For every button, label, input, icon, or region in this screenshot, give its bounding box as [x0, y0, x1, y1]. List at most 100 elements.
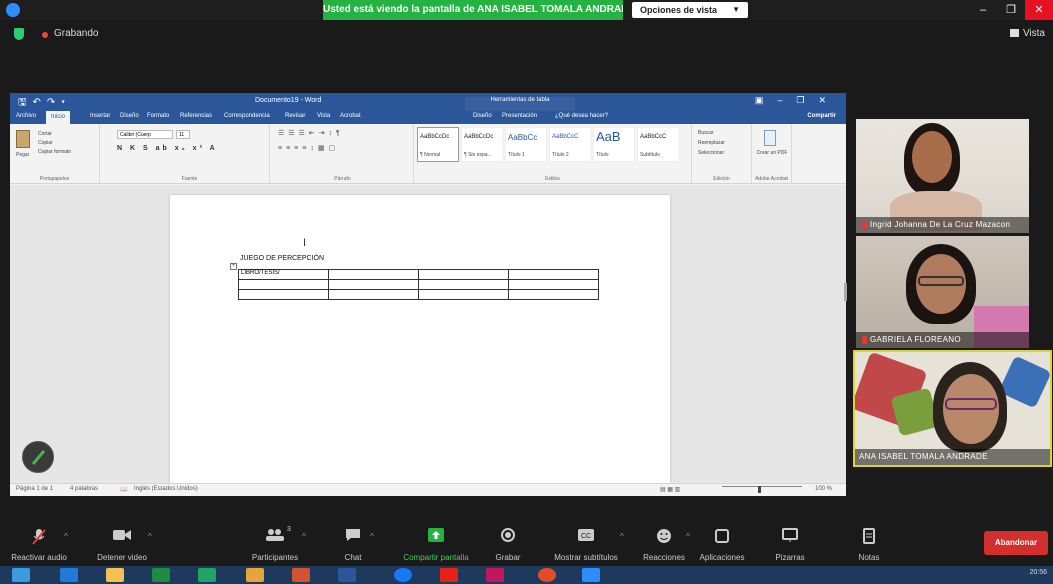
- format-painter-button[interactable]: Copiar formato: [38, 149, 71, 155]
- folder-icon[interactable]: [106, 568, 124, 582]
- table-cell[interactable]: [328, 269, 419, 280]
- maximize-button[interactable]: ❐: [997, 0, 1025, 20]
- style-heading-1[interactable]: AaBbCc Título 1: [505, 127, 547, 162]
- table-cell[interactable]: [418, 279, 509, 290]
- zoom-slider[interactable]: [722, 486, 802, 487]
- zoom-taskbar-icon[interactable]: [582, 568, 600, 582]
- whiteboards-button[interactable]: Pizarras: [762, 520, 818, 566]
- clock[interactable]: 20:56: [1029, 569, 1047, 576]
- tab-diseno[interactable]: Diseño: [120, 113, 139, 119]
- table-cell[interactable]: [238, 289, 329, 300]
- chevron-up-icon[interactable]: ^: [302, 532, 306, 541]
- notes-button[interactable]: Notas: [846, 520, 892, 566]
- table-cell[interactable]: [328, 289, 419, 300]
- participant-tile-ana-isabel-active-speaker[interactable]: ANA ISABEL TOMALA ANDRADE: [853, 350, 1052, 467]
- minimize-button[interactable]: –: [969, 0, 997, 20]
- chevron-up-icon[interactable]: ^: [64, 532, 68, 541]
- tab-revisar[interactable]: Revisar: [285, 113, 305, 119]
- table-cell[interactable]: [508, 269, 599, 280]
- style-no-spacing[interactable]: AaBbCcDc ¶ Sin espa...: [461, 127, 503, 162]
- participant-tile-ingrid[interactable]: Ingrid Johanna De La Cruz Mazacon: [856, 119, 1029, 233]
- unmute-button[interactable]: ^ Reactivar audio: [6, 520, 72, 566]
- word-window-controls[interactable]: ▣–❐✕: [755, 95, 840, 106]
- create-pdf-button[interactable]: Crear un PDF: [756, 150, 788, 156]
- tab-table-design[interactable]: Diseño: [473, 113, 492, 119]
- apps-button[interactable]: Aplicaciones: [694, 520, 750, 566]
- record-button[interactable]: Grabar: [488, 520, 528, 566]
- style-heading-2[interactable]: AaBbCcC Título 2: [549, 127, 591, 162]
- captions-button[interactable]: CC ^ Mostrar subtítulos: [542, 520, 630, 566]
- chevron-up-icon[interactable]: ^: [686, 532, 690, 541]
- youtube-icon[interactable]: [440, 568, 458, 582]
- chevron-up-icon[interactable]: ^: [620, 532, 624, 541]
- document-page[interactable]: I JUEGO DE PERCEPCIÓN + LIBRO/TESIS/: [170, 195, 670, 483]
- paste-icon[interactable]: [16, 130, 30, 148]
- table-cell[interactable]: [508, 289, 599, 300]
- table-cell[interactable]: [418, 269, 509, 280]
- stop-video-button[interactable]: ^ Detener video: [80, 520, 164, 566]
- page-count[interactable]: Página 1 de 1: [16, 486, 53, 492]
- tab-archivo[interactable]: Archivo: [16, 113, 36, 119]
- chat-button[interactable]: ^ Chat: [330, 520, 376, 566]
- document-heading[interactable]: JUEGO DE PERCEPCIÓN: [240, 255, 324, 262]
- zoom-slider-thumb[interactable]: [758, 486, 761, 493]
- leave-meeting-button[interactable]: Abandonar: [984, 531, 1048, 555]
- alignment-buttons[interactable]: ≡≡≡≡↕▦▢: [278, 144, 339, 152]
- table-cell[interactable]: [328, 279, 419, 290]
- chevron-up-icon[interactable]: ^: [370, 532, 374, 541]
- word-count[interactable]: 4 palabras: [70, 486, 98, 492]
- style-title[interactable]: AaB Título: [593, 127, 635, 162]
- annotate-pen-button[interactable]: [22, 441, 54, 473]
- table-cell[interactable]: LIBRO/TESIS/: [238, 269, 329, 280]
- participant-tile-gabriela[interactable]: GABRIELA FLOREANO: [856, 236, 1029, 348]
- tab-correspondencia[interactable]: Correspondencia: [224, 113, 270, 119]
- participants-button[interactable]: 3 ^ Participantes: [238, 520, 312, 566]
- paste-label[interactable]: Pegar: [16, 152, 29, 158]
- font-size-select[interactable]: 11: [176, 130, 190, 139]
- close-button[interactable]: ✕: [1025, 0, 1053, 20]
- view-mode-buttons[interactable]: ▤ ▦ ▥: [660, 486, 680, 493]
- proofing-icon[interactable]: 📖: [120, 486, 127, 493]
- tab-referencias[interactable]: Referencias: [180, 113, 212, 119]
- font-format-buttons[interactable]: N K S ab x₂ x² A: [117, 145, 218, 152]
- style-normal[interactable]: AaBbCcDc ¶ Normal: [417, 127, 459, 162]
- font-name-select[interactable]: Calibri (Cuerp: [117, 130, 173, 139]
- copy-button[interactable]: Copiar: [38, 140, 53, 146]
- table-cell[interactable]: [508, 279, 599, 290]
- tab-table-layout[interactable]: Presentación: [502, 113, 537, 119]
- quick-access-toolbar[interactable]: 🖫↶↷▾: [18, 95, 71, 112]
- word-share-button[interactable]: Compartir: [807, 113, 836, 119]
- pdf-icon[interactable]: [764, 130, 776, 146]
- select-button[interactable]: Seleccionar: [698, 150, 724, 156]
- excel-icon[interactable]: [198, 568, 216, 582]
- browser-icon[interactable]: [538, 568, 556, 582]
- find-button[interactable]: Buscar: [698, 130, 714, 136]
- cut-button[interactable]: Cortar: [38, 131, 52, 137]
- share-screen-button[interactable]: Compartir pantalla: [394, 520, 478, 566]
- panel-resize-handle[interactable]: [844, 283, 847, 301]
- tab-formato[interactable]: Formato: [147, 113, 169, 119]
- powerpoint-icon[interactable]: [292, 568, 310, 582]
- reactions-button[interactable]: ^ Reacciones: [634, 520, 694, 566]
- tab-inicio[interactable]: Inicio: [46, 111, 71, 124]
- tab-insertar[interactable]: Insertar: [90, 113, 110, 119]
- document-table[interactable]: LIBRO/TESIS/: [238, 269, 599, 300]
- tab-acrobat[interactable]: Acrobat: [340, 113, 361, 119]
- table-move-handle-icon[interactable]: +: [230, 263, 237, 270]
- security-shield-icon[interactable]: [14, 28, 24, 40]
- facebook-icon[interactable]: [394, 568, 412, 582]
- table-cell[interactable]: [238, 279, 329, 290]
- start-icon[interactable]: [12, 568, 30, 582]
- chevron-up-icon[interactable]: ^: [148, 532, 152, 541]
- photos-icon[interactable]: [486, 568, 504, 582]
- zoom-level[interactable]: 100 %: [815, 486, 832, 492]
- view-button[interactable]: Vista: [1010, 28, 1045, 39]
- language-indicator[interactable]: Inglés (Estados Unidos): [134, 486, 198, 492]
- style-subtitle[interactable]: AaBbCcC Subtítulo: [637, 127, 679, 162]
- replace-button[interactable]: Reemplazar: [698, 140, 725, 146]
- view-options-dropdown[interactable]: Opciones de vista ▼: [632, 2, 748, 18]
- word-icon[interactable]: [338, 568, 356, 582]
- table-cell[interactable]: [418, 289, 509, 300]
- chrome-icon[interactable]: [246, 568, 264, 582]
- edge-icon[interactable]: [60, 568, 78, 582]
